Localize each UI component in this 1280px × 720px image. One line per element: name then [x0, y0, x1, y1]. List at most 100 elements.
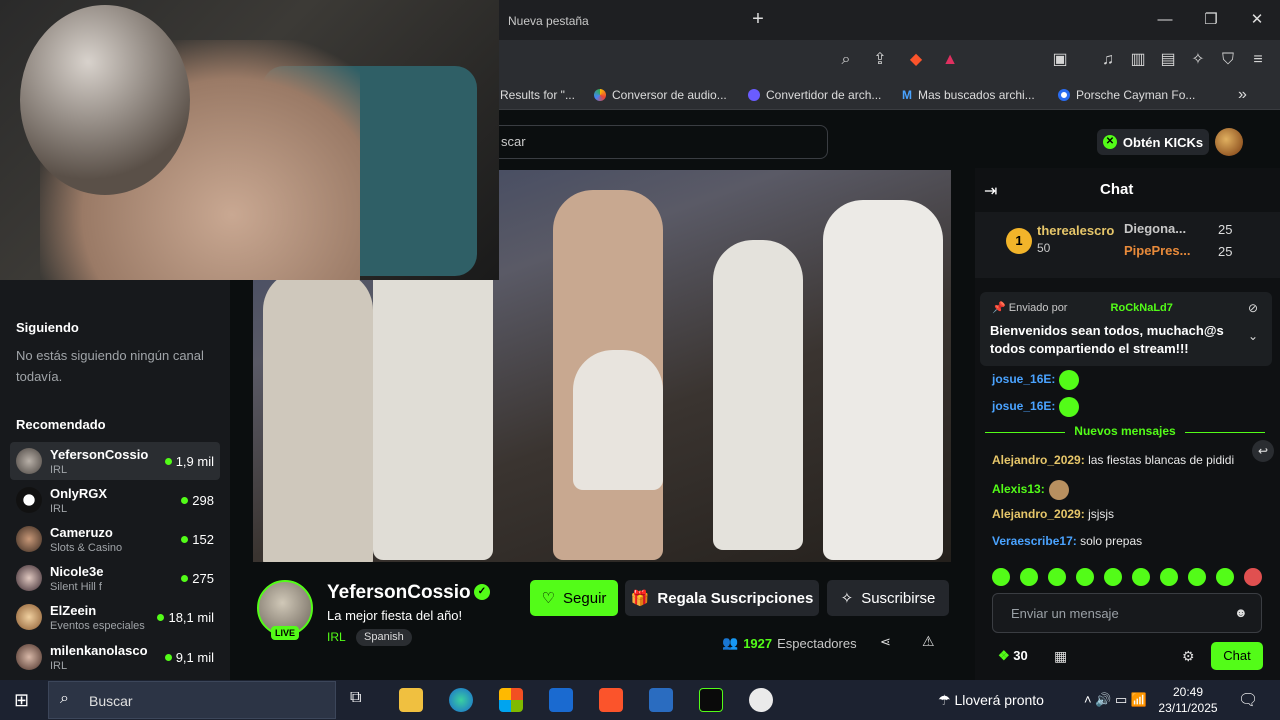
- minimize-icon[interactable]: —: [1150, 8, 1180, 32]
- chat-username[interactable]: josue_16E:: [992, 372, 1055, 386]
- follow-label: Seguir: [563, 589, 607, 607]
- share-icon[interactable]: ⇪: [868, 48, 892, 72]
- zoom-icon[interactable]: ⌕: [834, 48, 858, 72]
- obs-icon[interactable]: [749, 688, 773, 712]
- emote-icon[interactable]: [1244, 568, 1262, 586]
- collapse-chat-icon[interactable]: ⇥: [984, 181, 997, 201]
- weather-widget[interactable]: ☂ Lloverá pronto: [938, 692, 1044, 709]
- notifications-icon[interactable]: 🗨: [1238, 690, 1258, 710]
- leo-icon[interactable]: ✧: [1186, 48, 1210, 72]
- sidebar-channel[interactable]: OnlyRGX IRL 298: [10, 481, 220, 519]
- channel-name: Nicole3e: [50, 563, 104, 579]
- gift-box-icon[interactable]: ▦: [1054, 648, 1067, 665]
- viewer-count: 1,9 mil: [164, 454, 220, 469]
- emote-icon[interactable]: [1020, 568, 1038, 586]
- vpn-icon[interactable]: ⛉: [1216, 48, 1240, 72]
- edge-icon[interactable]: [449, 688, 473, 712]
- brave-rewards-icon[interactable]: ▲: [938, 48, 962, 72]
- chat-username[interactable]: Alejandro_2029:: [992, 453, 1085, 467]
- chat-text: jsjsjs: [1088, 507, 1115, 521]
- chat-username[interactable]: Alexis13:: [992, 482, 1045, 496]
- chat-input[interactable]: Enviar un mensaje: [992, 593, 1262, 633]
- chat-message: josue_16E:: [992, 397, 1080, 417]
- chat-username[interactable]: Alejandro_2029:: [992, 507, 1085, 521]
- system-tray-icons[interactable]: ˄ 🔊 ▭ 📶: [1084, 692, 1147, 708]
- browser-tab[interactable]: Nueva pestaña: [500, 6, 770, 36]
- emote-icon[interactable]: [1048, 568, 1066, 586]
- video-figure: [573, 350, 663, 490]
- kicks-balance[interactable]: ❖ 30: [998, 648, 1028, 664]
- live-badge: LIVE: [271, 626, 299, 640]
- gift-subs-button[interactable]: 🎁 Regala Suscripciones: [625, 580, 819, 616]
- pinned-text: Bienvenidos sean todos, muchach@s todos …: [990, 323, 1224, 356]
- emote-icon[interactable]: [1104, 568, 1122, 586]
- emote-icon[interactable]: [1132, 568, 1150, 586]
- reader-icon[interactable]: ▣: [1048, 48, 1072, 72]
- emote-icon[interactable]: [1160, 568, 1178, 586]
- emote-icon[interactable]: [1188, 568, 1206, 586]
- get-kicks-button[interactable]: ✕ Obtén KICKs: [1097, 129, 1209, 155]
- video-editor-icon[interactable]: [649, 688, 673, 712]
- new-tab-button[interactable]: +: [748, 8, 768, 32]
- leaderboard-name[interactable]: Diegona...: [1124, 221, 1186, 236]
- emote-icon[interactable]: [1076, 568, 1094, 586]
- sidebar-channel[interactable]: YefersonCossio IRL 1,9 mil: [10, 442, 220, 480]
- emote-icon[interactable]: [992, 568, 1010, 586]
- leaderboard-name[interactable]: PipePres...: [1124, 243, 1190, 258]
- clock[interactable]: 20:49 23/11/2025: [1158, 684, 1218, 716]
- taskbar-search[interactable]: Buscar: [48, 681, 336, 719]
- language-tag[interactable]: Spanish: [356, 629, 412, 646]
- restore-icon[interactable]: ❐: [1196, 8, 1226, 32]
- verified-icon: ✓: [474, 584, 490, 600]
- leaderboard-top-name[interactable]: therealescro: [1037, 223, 1114, 238]
- chat-username[interactable]: Veraescribe17:: [992, 534, 1077, 548]
- bookmarks-overflow-icon[interactable]: »: [1238, 86, 1247, 104]
- menu-icon[interactable]: ≡: [1246, 48, 1270, 72]
- leaderboard-amount: 25: [1218, 244, 1233, 259]
- brave-shields-icon[interactable]: ◆: [904, 48, 928, 72]
- stream-category[interactable]: IRL: [327, 630, 346, 644]
- task-view-icon[interactable]: ⧉: [350, 689, 361, 707]
- subscribe-button[interactable]: ✧ Suscribirse: [827, 580, 949, 616]
- live-dot-icon: [181, 574, 189, 582]
- expand-pinned-icon[interactable]: ⌄: [1248, 329, 1258, 343]
- user-avatar[interactable]: [1215, 128, 1243, 156]
- live-dot-icon: [157, 613, 165, 621]
- live-dot-icon: [181, 496, 189, 504]
- bookmark-item[interactable]: M Mas buscados archi...: [902, 86, 1035, 104]
- pinned-sender[interactable]: RoCkNaLd7: [1111, 302, 1173, 314]
- follow-button[interactable]: ♡ Seguir: [530, 580, 618, 616]
- bookmark-item[interactable]: Results for "...: [500, 86, 575, 104]
- bookmark-item[interactable]: Porsche Cayman Fo...: [1058, 86, 1195, 104]
- report-icon[interactable]: ⚠: [922, 633, 935, 650]
- sidebar-icon[interactable]: ▥: [1126, 48, 1150, 72]
- streamer-name[interactable]: YefersonCossio: [327, 582, 471, 604]
- windows-start-icon[interactable]: ⊞: [14, 690, 29, 711]
- share-icon[interactable]: ⋖: [880, 634, 891, 650]
- emoji-picker-icon[interactable]: ☻: [1234, 605, 1248, 620]
- emote-icon[interactable]: [1216, 568, 1234, 586]
- store-icon[interactable]: [499, 688, 523, 712]
- gear-icon[interactable]: ⚙: [1182, 648, 1195, 665]
- send-chat-button[interactable]: Chat: [1211, 642, 1263, 670]
- bookmark-item[interactable]: Conversor de audio...: [594, 86, 727, 104]
- sidebar-channel[interactable]: Cameruzo Slots & Casino 152: [10, 520, 220, 558]
- bookmark-favicon-icon: [1058, 89, 1070, 101]
- emote-icon: [1059, 397, 1080, 417]
- brave-icon[interactable]: [599, 688, 623, 712]
- outlook-icon[interactable]: [549, 688, 573, 712]
- scroll-to-bottom-icon[interactable]: ↩: [1252, 440, 1274, 462]
- close-icon[interactable]: ✕: [1242, 8, 1272, 32]
- sent-by-label: Enviado por: [1008, 302, 1068, 314]
- chat-username[interactable]: josue_16E:: [992, 399, 1055, 413]
- search-input[interactable]: scar: [470, 125, 828, 159]
- sidebar-channel[interactable]: milenkanolasco IRL 9,1 mil: [10, 638, 220, 676]
- file-explorer-icon[interactable]: [399, 688, 423, 712]
- bookmark-item[interactable]: Convertidor de arch...: [748, 86, 881, 104]
- wallet-icon[interactable]: ▤: [1156, 48, 1180, 72]
- sidebar-channel[interactable]: ElZeein Eventos especiales 18,1 mil: [10, 598, 220, 636]
- hide-pinned-icon[interactable]: ⊘: [1248, 301, 1258, 315]
- media-icon[interactable]: ♫: [1096, 48, 1120, 72]
- kick-app-icon[interactable]: [699, 688, 723, 712]
- sidebar-channel[interactable]: Nicole3e Silent Hill f 275: [10, 559, 220, 597]
